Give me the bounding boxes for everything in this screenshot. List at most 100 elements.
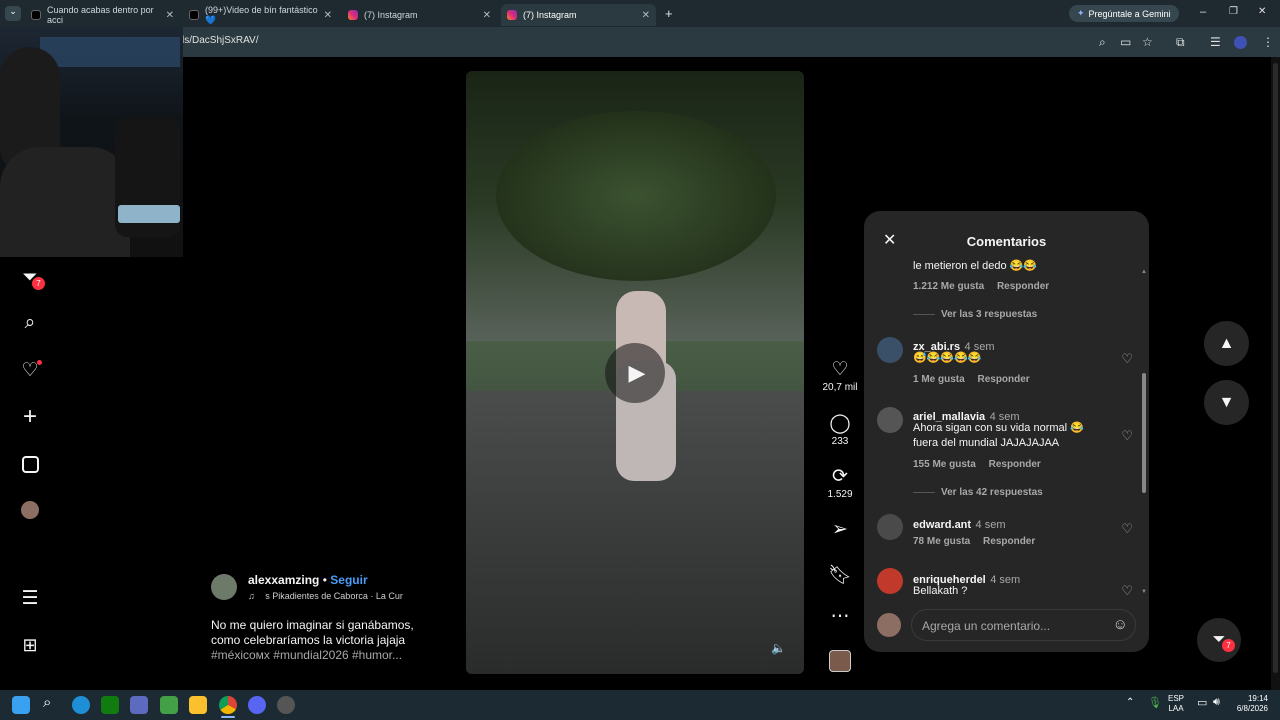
comment-avatar[interactable]	[877, 514, 903, 540]
tray-overflow-icon[interactable]: ⌃	[1126, 697, 1134, 708]
comment-like-count: 1 Me gusta	[913, 374, 965, 385]
app-icon[interactable]	[277, 696, 295, 714]
reply-button[interactable]: Responder	[983, 536, 1035, 547]
tiktok-favicon-icon	[189, 10, 199, 20]
reply-button[interactable]: Responder	[989, 459, 1041, 470]
browser-menu-icon[interactable]: ⋮	[1262, 35, 1274, 49]
webcam-overlay	[0, 27, 183, 257]
view-replies-link[interactable]: Ver las 3 respuestas	[913, 309, 1037, 320]
more-menu-icon[interactable]: ☰	[18, 586, 42, 610]
file-explorer-icon[interactable]	[189, 696, 207, 714]
comment-avatar[interactable]	[877, 337, 903, 363]
next-reel-button[interactable]: ▼	[1204, 380, 1249, 425]
url-text[interactable]: ls/DacShjSxRAV/	[182, 35, 259, 46]
comments-scrollbar[interactable]: ▲ ▼	[1141, 269, 1147, 595]
close-tab-icon[interactable]: ✕	[483, 10, 491, 21]
close-tab-icon[interactable]: ✕	[166, 10, 174, 21]
like-comment-heart-icon[interactable]: ♡	[1121, 521, 1133, 537]
save-action[interactable]: 🔖︎	[820, 563, 860, 587]
edge-icon[interactable]	[72, 696, 90, 714]
search-icon[interactable]: ⌕	[18, 311, 42, 335]
tab-title: (7) Instagram	[364, 10, 418, 20]
new-tab-icon[interactable]: +	[665, 6, 673, 21]
share-action[interactable]: ➢	[820, 518, 860, 542]
more-options[interactable]: ⋯	[820, 605, 860, 629]
minimize-window-icon[interactable]: –	[1200, 6, 1206, 18]
network-icon[interactable]: ▭	[1197, 696, 1207, 709]
profile-avatar-icon[interactable]	[18, 498, 42, 522]
comment-avatar[interactable]	[877, 568, 903, 594]
more-dots-icon: ⋯	[830, 606, 850, 627]
author-username[interactable]: alexxamzing	[248, 573, 319, 587]
language-indicator[interactable]: ESP LAA	[1168, 694, 1184, 714]
browser-tab-bar: ⌄ Cuando acabas dentro por acci ✕ (99+)V…	[0, 0, 1280, 27]
mute-icon[interactable]: 🔈	[771, 641, 786, 655]
comments-title: Comentarios	[966, 234, 1047, 249]
comment-username[interactable]: edward.ant	[913, 519, 971, 531]
gemini-sparkle-icon: ✦	[1077, 8, 1085, 18]
comment-avatar[interactable]	[877, 407, 903, 433]
close-window-icon[interactable]: ✕	[1258, 6, 1266, 17]
windows-start-icon[interactable]	[12, 696, 30, 714]
page-scrollbar[interactable]	[1271, 57, 1280, 690]
view-replies-link[interactable]: Ver las 42 respuestas	[913, 487, 1043, 498]
author-avatar[interactable]	[211, 574, 237, 600]
comment-bubble-icon: ◯	[829, 413, 851, 434]
zoom-icon[interactable]: ⌕	[1099, 35, 1106, 50]
audio-thumbnail[interactable]	[829, 650, 851, 672]
repost-action[interactable]: ⟳ 1.529	[820, 465, 860, 500]
close-tab-icon[interactable]: ✕	[642, 10, 650, 21]
discord-icon[interactable]	[248, 696, 266, 714]
volume-icon[interactable]: 🔊︎	[1213, 696, 1220, 709]
tab-1[interactable]: Cuando acabas dentro por acci ✕	[25, 4, 180, 26]
reply-button[interactable]: Responder	[977, 374, 1029, 385]
tab-2[interactable]: (99+)Video de bín fantástico 💙 ✕	[183, 4, 338, 26]
like-action[interactable]: ♡ 20,7 mil	[820, 358, 860, 393]
bookmark-star-icon[interactable]: ☆	[1142, 35, 1153, 49]
close-tab-icon[interactable]: ✕	[324, 10, 332, 21]
gemini-button[interactable]: ✦ Pregúntale a Gemini	[1069, 5, 1179, 22]
clock[interactable]: 19:14 6/8/2026	[1228, 694, 1268, 714]
tab-4-active[interactable]: (7) Instagram ✕	[501, 4, 656, 26]
tiktok-favicon-icon	[31, 10, 41, 20]
comment-text: Ahora sigan con su vida normal 😂 fuera d…	[913, 422, 1084, 449]
app-icon[interactable]	[130, 696, 148, 714]
audio-line[interactable]: ♫ s Pikadientes de Caborca · La Cur	[248, 591, 403, 601]
play-button[interactable]: ▶	[605, 343, 665, 403]
gemini-label: Pregúntale a Gemini	[1088, 8, 1171, 19]
instagram-favicon-icon	[348, 10, 358, 20]
messages-floating-button[interactable]: ⏷	[1197, 618, 1241, 662]
tab-3[interactable]: (7) Instagram ✕	[342, 4, 497, 26]
maximize-window-icon[interactable]: ❐	[1229, 6, 1238, 17]
notification-dot	[37, 360, 42, 365]
tab-title: (99+)Video de bín fantástico 💙	[205, 4, 318, 25]
caption-hashtags[interactable]: #méxicoмx #mundial2026 #humor...	[211, 648, 402, 662]
taskbar-search-icon[interactable]: ⌕	[43, 694, 51, 711]
profile-avatar[interactable]	[1234, 36, 1247, 49]
create-plus-icon[interactable]: +	[18, 403, 42, 430]
comment-action[interactable]: ◯ 233	[820, 412, 860, 447]
like-comment-heart-icon[interactable]: ♡	[1121, 351, 1133, 367]
follow-button[interactable]: Seguir	[330, 573, 367, 587]
emoji-icon[interactable]: ☺	[1113, 616, 1128, 633]
dashboard-icon[interactable]	[18, 452, 42, 476]
add-comment-input[interactable]: Agrega un comentario...	[922, 619, 1050, 633]
like-comment-heart-icon[interactable]: ♡	[1121, 583, 1133, 599]
comment-time: 4 sem	[990, 574, 1021, 586]
tab-list-button[interactable]: ⌄	[5, 6, 21, 21]
reading-list-icon[interactable]: ☰	[1210, 35, 1221, 49]
like-comment-heart-icon[interactable]: ♡	[1121, 428, 1133, 444]
add-comment-box[interactable]: Agrega un comentario... ☺	[911, 609, 1136, 641]
address-bar: ls/DacShjSxRAV/	[0, 27, 1280, 57]
reply-button[interactable]: Responder	[997, 281, 1049, 292]
apps-grid-icon[interactable]: ⊞	[18, 633, 42, 657]
messages-badge: 7	[32, 277, 45, 290]
comment-like-count: 155 Me gusta	[913, 459, 976, 470]
xbox-icon[interactable]	[101, 696, 119, 714]
app-icon[interactable]	[160, 696, 178, 714]
extensions-icon[interactable]: ⧉	[1176, 35, 1185, 50]
cast-icon[interactable]: ▭	[1120, 35, 1131, 49]
mic-icon[interactable]: 🎙︎	[1148, 696, 1162, 709]
previous-reel-button[interactable]: ▲	[1204, 321, 1249, 366]
chrome-icon[interactable]	[219, 696, 237, 714]
